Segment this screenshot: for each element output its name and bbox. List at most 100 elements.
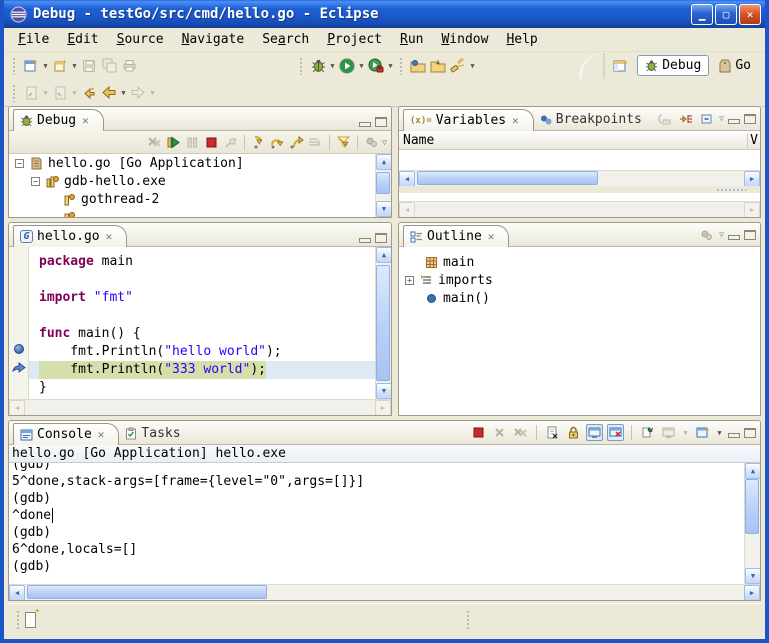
close-tab-icon[interactable]: ✕ <box>106 230 113 243</box>
menu-help[interactable]: Help <box>498 30 545 49</box>
save-icon[interactable] <box>80 57 98 75</box>
breakpoint-icon[interactable] <box>14 344 24 354</box>
editor-horizontal-scrollbar[interactable]: ◀ ▶ <box>9 399 391 415</box>
terminate-console-icon[interactable] <box>470 424 487 441</box>
new-wizard-icon[interactable]: ✦ <box>22 57 40 75</box>
scroll-lock-icon[interactable] <box>565 424 582 441</box>
maximize-view-icon[interactable] <box>744 230 756 240</box>
menu-file[interactable]: File <box>10 30 57 49</box>
remove-all-launches-icon[interactable] <box>512 424 529 441</box>
show-stderr-toggle-icon[interactable] <box>607 424 624 441</box>
scroll-up-icon[interactable]: ▲ <box>745 463 760 479</box>
console-horizontal-scrollbar[interactable]: ◀ ▶ <box>9 584 760 600</box>
maximize-view-icon[interactable] <box>375 117 387 127</box>
tab-variables[interactable]: (x)= Variables ✕ <box>403 109 534 131</box>
tab-console[interactable]: Console ✕ <box>13 423 119 445</box>
terminate-icon[interactable] <box>203 134 220 151</box>
minimize-view-icon[interactable] <box>359 238 371 243</box>
outline-item-imports[interactable]: + imports <box>399 271 760 289</box>
scroll-left-icon[interactable]: ◀ <box>9 585 25 601</box>
resume-icon[interactable] <box>165 134 182 151</box>
menu-project[interactable]: Project <box>319 30 390 49</box>
suspend-icon[interactable] <box>184 134 201 151</box>
next-annotation-dropdown[interactable]: ▼ <box>41 89 50 97</box>
debug-tree-partial-row[interactable] <box>9 208 375 217</box>
view-menu-icon[interactable]: ▽ <box>719 230 724 239</box>
open-perspective-icon[interactable]: ✦ <box>612 57 630 75</box>
variables-detail-sash[interactable] <box>399 186 760 193</box>
remove-launch-icon[interactable] <box>491 424 508 441</box>
coverage-icon[interactable] <box>367 57 385 75</box>
toolbar-grip[interactable] <box>12 84 17 102</box>
show-type-names-icon[interactable] <box>656 110 673 127</box>
fast-view-icon[interactable] <box>25 612 36 628</box>
outline-item-main-func[interactable]: main() <box>399 289 760 307</box>
run-icon[interactable] <box>338 57 356 75</box>
maximize-view-icon[interactable] <box>744 428 756 438</box>
pin-console-icon[interactable] <box>639 424 656 441</box>
step-over-icon[interactable] <box>269 134 286 151</box>
use-step-filters-icon[interactable] <box>335 134 352 151</box>
scroll-up-icon[interactable]: ▲ <box>376 154 391 170</box>
open-console-icon[interactable]: ✦ <box>694 424 711 441</box>
menu-search[interactable]: Search <box>254 30 317 49</box>
debug-tree-process-row[interactable]: − gdb-hello.exe <box>9 172 375 190</box>
next-annotation-icon[interactable] <box>22 84 40 102</box>
scroll-right-icon[interactable]: ▶ <box>744 171 760 187</box>
back-dropdown[interactable]: ▼ <box>119 89 128 97</box>
variables-column-header[interactable]: Name V <box>399 131 760 150</box>
new-project-icon[interactable]: ✦ <box>51 57 69 75</box>
minimize-window-button[interactable]: ▁ <box>691 4 713 25</box>
previous-annotation-dropdown[interactable]: ▼ <box>70 89 79 97</box>
expand-toggle[interactable]: + <box>405 276 414 285</box>
scroll-down-icon[interactable]: ▼ <box>376 201 391 217</box>
toolbar-grip[interactable] <box>399 57 404 75</box>
back-icon[interactable] <box>100 84 118 102</box>
outline-extra-icon[interactable] <box>698 226 715 243</box>
perspective-debug-button[interactable]: Debug <box>637 55 709 76</box>
view-menu-icon[interactable]: ▽ <box>382 138 387 147</box>
display-selected-console-icon[interactable] <box>660 424 677 441</box>
tab-debug[interactable]: Debug ✕ <box>13 109 104 131</box>
detail-horizontal-scrollbar[interactable]: ◀ ▶ <box>399 201 760 217</box>
maximize-view-icon[interactable] <box>744 114 756 124</box>
new-project-dropdown[interactable]: ▼ <box>70 62 79 70</box>
collapse-all-icon[interactable] <box>698 110 715 127</box>
menu-window[interactable]: Window <box>433 30 496 49</box>
minimize-view-icon[interactable] <box>728 433 740 438</box>
tab-breakpoints[interactable]: Breakpoints <box>534 109 652 130</box>
forward-icon[interactable] <box>129 84 147 102</box>
show-stdout-toggle-icon[interactable] <box>586 424 603 441</box>
close-window-button[interactable]: ✕ <box>739 4 761 25</box>
minimize-view-icon[interactable] <box>728 119 740 124</box>
menu-run[interactable]: Run <box>392 30 431 49</box>
coverage-dropdown[interactable]: ▼ <box>386 62 395 70</box>
console-output[interactable]: (gdb) 5^done,stack-args=[frame={level="0… <box>9 463 744 584</box>
close-tab-icon[interactable]: ✕ <box>82 114 89 127</box>
step-return-icon[interactable] <box>288 134 305 151</box>
debug-vertical-scrollbar[interactable]: ▲ ▼ <box>375 154 391 217</box>
trim-grip[interactable] <box>16 610 21 630</box>
menu-navigate[interactable]: Navigate <box>174 30 253 49</box>
last-edit-location-icon[interactable]: ✦ <box>80 84 98 102</box>
previous-annotation-icon[interactable] <box>51 84 69 102</box>
debug-tree-launch-row[interactable]: − hello.go [Go Application] <box>9 154 375 172</box>
editor-gutter[interactable] <box>9 247 29 399</box>
save-all-icon[interactable] <box>100 57 118 75</box>
step-into-icon[interactable] <box>250 134 267 151</box>
tab-tasks[interactable]: Tasks <box>119 423 190 444</box>
outline-item-package[interactable]: main <box>399 253 760 271</box>
maximize-window-button[interactable]: ▢ <box>715 4 737 25</box>
editor-vertical-scrollbar[interactable]: ▲ ▼ <box>375 247 391 399</box>
collapse-toggle[interactable]: − <box>31 177 40 186</box>
new-wizard-dropdown[interactable]: ▼ <box>41 62 50 70</box>
console-vertical-scrollbar[interactable]: ▲ ▼ <box>744 463 760 584</box>
open-console-dropdown[interactable]: ▼ <box>715 429 724 437</box>
variables-horizontal-scrollbar[interactable]: ◀ ▶ <box>399 170 760 186</box>
variables-detail-pane[interactable] <box>399 193 760 201</box>
code-area[interactable]: package main import "fmt" func main() { … <box>29 247 375 399</box>
disconnect-icon[interactable] <box>222 134 239 151</box>
menu-source[interactable]: Source <box>109 30 172 49</box>
variables-table-body[interactable] <box>399 150 760 170</box>
view-menu-icon[interactable]: ▽ <box>719 114 724 123</box>
